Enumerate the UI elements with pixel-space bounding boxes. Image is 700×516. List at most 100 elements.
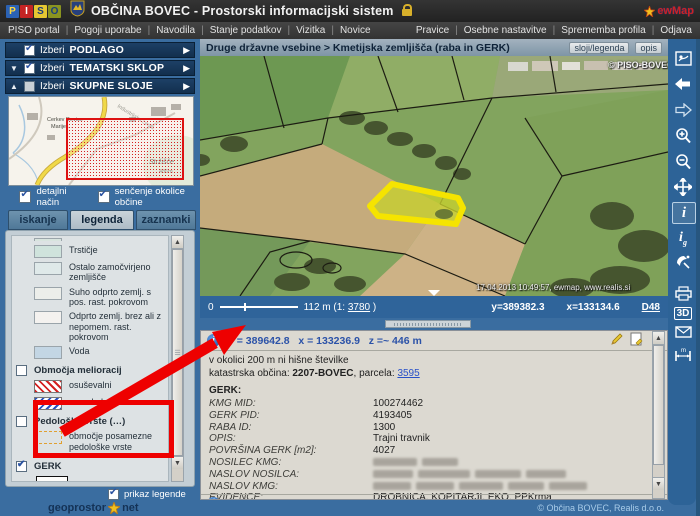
identify-group-tool[interactable]: ig (672, 228, 694, 248)
legend-swatch (34, 311, 62, 324)
zoom-in-tool[interactable] (672, 125, 694, 145)
menu-odjava[interactable]: Odjava (660, 25, 692, 36)
menu-novice[interactable]: Novice (340, 25, 371, 36)
scroll-down-icon[interactable]: ▼ (172, 456, 183, 469)
address-hint: v okolici 200 m ni hišne številke (209, 355, 649, 366)
legend-item: območje posamezne pedološke vrste (34, 431, 166, 452)
description-button[interactable]: opis (635, 42, 662, 54)
minimap-extent-rectangle[interactable] (67, 119, 183, 179)
svg-text:m: m (681, 348, 686, 354)
back-arrow-tool[interactable] (672, 74, 694, 94)
breadcrumb: Druge državne vsebine > Kmetijska zemlji… (206, 42, 510, 54)
title-bar: P I S O OBČINA BOVEC - Prostorski inform… (0, 0, 700, 22)
zoom-out-tool[interactable] (672, 151, 694, 171)
accordion-tematski-sklop[interactable]: ▼ Izberi TEMATSKI SKLOP ▶ (5, 60, 195, 76)
info-scrollbar[interactable]: ▲ ▼ (652, 331, 665, 499)
scroll-down-icon[interactable]: ▼ (653, 477, 664, 490)
cursor-y-coordinate: y=389382.3 (491, 302, 544, 313)
municipality-coat-of-arms-icon (70, 0, 85, 22)
layers-legend-button[interactable]: sloji/legenda (569, 42, 629, 54)
forward-arrow-tool[interactable] (672, 100, 694, 120)
page-title: OBČINA BOVEC - Prostorski informacijski … (91, 4, 394, 18)
overview-map[interactable]: Cerkev Device Marije ... Industrijska ce… (8, 96, 194, 186)
expand-right-icon[interactable]: ▶ (183, 45, 190, 56)
ewmap-logo: ewMap (644, 5, 694, 17)
copyright-footer: © Občina BOVEC, Realis d.o.o. (0, 503, 664, 513)
shade-surroundings-checkbox[interactable] (98, 191, 110, 203)
scrollbar-thumb[interactable] (653, 345, 664, 465)
lock-icon (402, 9, 412, 16)
expand-icon[interactable]: ▲ (10, 82, 19, 91)
tab-iskanje[interactable]: iskanje (8, 210, 68, 230)
map-watermark: 17.04.2013 10:49:57, ewmap, www.realis.s… (476, 283, 630, 292)
overview-map-tool[interactable] (672, 48, 694, 68)
skupni-checkbox[interactable] (24, 81, 35, 92)
legend-swatch-hatch-blue (34, 397, 62, 410)
gerk-section-title: GERK: (209, 385, 649, 396)
legend-swatch (34, 262, 62, 275)
identify-tool[interactable]: i (672, 202, 696, 224)
tematski-checkbox[interactable] (24, 63, 35, 74)
pedoloske-checkbox[interactable] (16, 416, 27, 427)
scale-line (220, 306, 298, 308)
clicked-coordinates: y = 389642.8 x = 133236.9 z =~ 446 m (228, 335, 422, 347)
map-options: detajlni način senčenje okolice občine (8, 189, 196, 205)
tab-zaznamki[interactable]: zaznamki (136, 210, 196, 230)
map-copyright: © PISO-BOVEC (608, 60, 674, 70)
legend-group-melioracije: Območja melioracij (16, 365, 166, 376)
accordion-skupni-sloji[interactable]: ▲ Izberi SKUPNE SLOJE ▶ (5, 78, 195, 94)
podlago-checkbox[interactable] (24, 45, 35, 56)
panel-splitter[interactable] (385, 320, 471, 328)
menu-stanje-podatkov[interactable]: Stanje podatkov (210, 25, 296, 36)
measure-tool[interactable]: m (672, 345, 694, 365)
detail-mode-label: detajlni način (36, 186, 81, 208)
menu-osebne-nastavitve[interactable]: Osebne nastavitve (464, 25, 561, 36)
legend-scrollbar[interactable]: ▲ ☰ ▼ (171, 235, 184, 482)
melioracije-checkbox[interactable] (16, 365, 27, 376)
scrollbar-thumb[interactable]: ☰ (172, 249, 183, 456)
piso-app: P I S O OBČINA BOVEC - Prostorski inform… (0, 0, 700, 516)
scroll-up-icon[interactable]: ▲ (653, 332, 664, 345)
datum-link[interactable]: D48 (642, 302, 660, 313)
legend-swatch-dashed (34, 431, 62, 444)
menu-bar: PISO portal Pogoji uporabe Navodila Stan… (0, 22, 700, 39)
menu-sprememba-profila[interactable]: Sprememba profila (561, 25, 660, 36)
collapse-icon[interactable]: ▼ (10, 64, 19, 73)
menu-navodila[interactable]: Navodila (156, 25, 210, 36)
povrsina-value: 4027 (373, 445, 395, 456)
report-note-icon[interactable] (630, 332, 643, 349)
show-legend-checkbox[interactable] (108, 489, 119, 500)
pan-tool[interactable] (672, 177, 694, 197)
gerk-swatch (36, 476, 68, 482)
gerk-checkbox[interactable] (16, 461, 27, 472)
mail-tool[interactable] (672, 322, 694, 342)
scroll-up-icon[interactable]: ▲ (172, 236, 183, 249)
menu-pravice[interactable]: Pravice (416, 25, 464, 36)
legend-item: Odprto zemlj. brez ali z nepomem. rast. … (34, 311, 166, 342)
detail-mode-checkbox[interactable] (19, 191, 31, 203)
menu-piso-portal[interactable]: PISO portal (8, 25, 74, 36)
tab-legenda[interactable]: legenda (70, 210, 134, 230)
raba-id-value: 1300 (373, 422, 395, 433)
menu-pogoji-uporabe[interactable]: Pogoji uporabe (74, 25, 156, 36)
legend-swatch (34, 245, 62, 258)
info-icon: i (207, 334, 220, 347)
3d-view-tool[interactable]: 3D (672, 303, 694, 323)
accordion-podlago[interactable]: Izberi PODLAGO ▶ (5, 42, 195, 58)
gps-tool[interactable] (672, 252, 694, 272)
legend-item: Trstičje (34, 245, 166, 258)
menu-vizitka[interactable]: Vizitka (296, 25, 340, 36)
expand-right-icon[interactable]: ▶ (183, 81, 190, 92)
feature-info-panel: i y = 389642.8 x = 133236.9 z =~ 446 m v… (200, 330, 668, 500)
map-view[interactable] (200, 56, 668, 296)
expand-right-icon[interactable]: ▶ (183, 63, 190, 74)
edit-pencil-icon[interactable] (610, 332, 624, 349)
scale-ratio-link[interactable]: 3780 (348, 302, 370, 313)
legend-item: Ostalo zamočvirjeno zemljišče (34, 262, 166, 283)
legend-list: Trstičje Ostalo zamočvirjeno zemljišče S… (11, 235, 169, 482)
print-tool[interactable] (672, 283, 694, 303)
legend-group-pedoloske: Pedološke vrste (…) (16, 416, 166, 427)
opis-value: Trajni travnik (373, 433, 430, 444)
scale-bar: 0 112 m (1: 3780 ) y=389382.3 x=133134.6… (200, 296, 668, 318)
parcel-link[interactable]: 3595 (397, 368, 419, 379)
